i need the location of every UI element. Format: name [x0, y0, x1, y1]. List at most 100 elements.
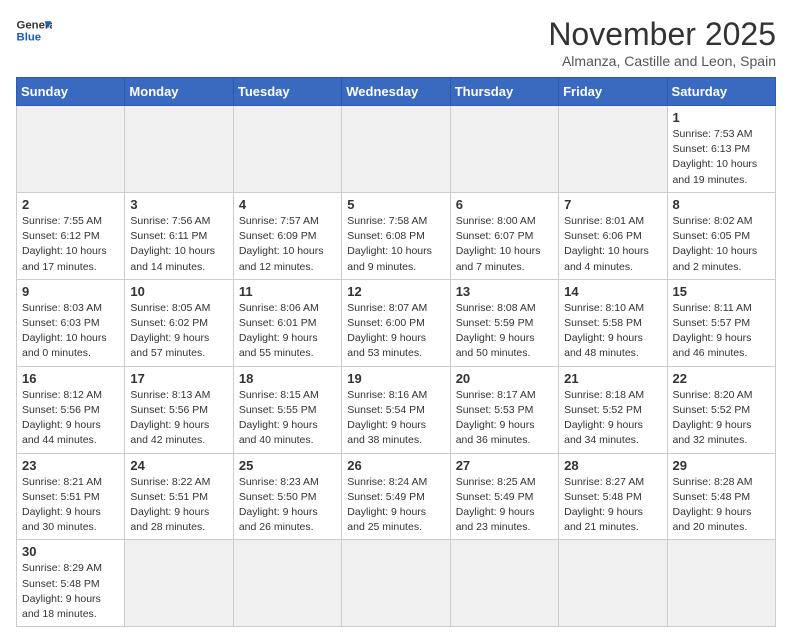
- sun-info: Sunrise: 8:11 AMSunset: 5:57 PMDaylight:…: [673, 301, 770, 362]
- sun-info: Sunrise: 8:28 AMSunset: 5:48 PMDaylight:…: [673, 475, 770, 536]
- sun-info: Sunrise: 8:10 AMSunset: 5:58 PMDaylight:…: [564, 301, 661, 362]
- sun-info: Sunrise: 8:00 AMSunset: 6:07 PMDaylight:…: [456, 214, 553, 275]
- sun-info: Sunrise: 8:22 AMSunset: 5:51 PMDaylight:…: [130, 475, 227, 536]
- calendar-cell: [559, 106, 667, 193]
- location-subtitle: Almanza, Castille and Leon, Spain: [548, 53, 776, 69]
- sun-info: Sunrise: 8:25 AMSunset: 5:49 PMDaylight:…: [456, 475, 553, 536]
- day-number: 10: [130, 284, 227, 299]
- day-number: 18: [239, 371, 336, 386]
- sun-info: Sunrise: 8:08 AMSunset: 5:59 PMDaylight:…: [456, 301, 553, 362]
- day-number: 14: [564, 284, 661, 299]
- sun-info: Sunrise: 8:03 AMSunset: 6:03 PMDaylight:…: [22, 301, 119, 362]
- weekday-header-row: SundayMondayTuesdayWednesdayThursdayFrid…: [17, 78, 776, 106]
- day-number: 2: [22, 197, 119, 212]
- page-header: General Blue November 2025 Almanza, Cast…: [16, 16, 776, 69]
- sun-info: Sunrise: 8:05 AMSunset: 6:02 PMDaylight:…: [130, 301, 227, 362]
- calendar-cell: [342, 106, 450, 193]
- title-block: November 2025 Almanza, Castille and Leon…: [548, 16, 776, 69]
- sun-info: Sunrise: 8:18 AMSunset: 5:52 PMDaylight:…: [564, 388, 661, 449]
- day-number: 15: [673, 284, 770, 299]
- calendar-cell: 21 Sunrise: 8:18 AMSunset: 5:52 PMDayligh…: [559, 366, 667, 453]
- calendar-week-row: 9Sunrise: 8:03 AMSunset: 6:03 PMDaylight…: [17, 279, 776, 366]
- calendar-cell: 11Sunrise: 8:06 AMSunset: 6:01 PMDayligh…: [233, 279, 341, 366]
- day-number: 7: [564, 197, 661, 212]
- calendar-cell: 28 Sunrise: 8:27 AMSunset: 5:48 PMDayligh…: [559, 453, 667, 540]
- calendar-cell: [450, 540, 558, 627]
- calendar-cell: [233, 540, 341, 627]
- calendar-cell: 9Sunrise: 8:03 AMSunset: 6:03 PMDaylight…: [17, 279, 125, 366]
- calendar-cell: [233, 106, 341, 193]
- weekday-header-wednesday: Wednesday: [342, 78, 450, 106]
- day-number: 21: [564, 371, 661, 386]
- sun-info: Sunrise: 8:12 AMSunset: 5:56 PMDaylight:…: [22, 388, 119, 449]
- calendar-cell: 15 Sunrise: 8:11 AMSunset: 5:57 PMDayligh…: [667, 279, 775, 366]
- calendar-cell: 25Sunrise: 8:23 AMSunset: 5:50 PMDayligh…: [233, 453, 341, 540]
- calendar-cell: [17, 106, 125, 193]
- calendar-cell: 20 Sunrise: 8:17 AMSunset: 5:53 PMDayligh…: [450, 366, 558, 453]
- sun-info: Sunrise: 7:53 AMSunset: 6:13 PMDaylight:…: [673, 127, 770, 188]
- day-number: 5: [347, 197, 444, 212]
- day-number: 22: [673, 371, 770, 386]
- calendar-week-row: 16Sunrise: 8:12 AMSunset: 5:56 PMDayligh…: [17, 366, 776, 453]
- sun-info: Sunrise: 8:27 AMSunset: 5:48 PMDaylight:…: [564, 475, 661, 536]
- sun-info: Sunrise: 7:56 AMSunset: 6:11 PMDaylight:…: [130, 214, 227, 275]
- weekday-header-saturday: Saturday: [667, 78, 775, 106]
- sun-info: Sunrise: 8:17 AMSunset: 5:53 PMDaylight:…: [456, 388, 553, 449]
- calendar-cell: 8Sunrise: 8:02 AMSunset: 6:05 PMDaylight…: [667, 192, 775, 279]
- day-number: 20: [456, 371, 553, 386]
- sun-info: Sunrise: 7:58 AMSunset: 6:08 PMDaylight:…: [347, 214, 444, 275]
- day-number: 27: [456, 458, 553, 473]
- calendar-cell: 10 Sunrise: 8:05 AMSunset: 6:02 PMDayligh…: [125, 279, 233, 366]
- calendar-cell: 30Sunrise: 8:29 AMSunset: 5:48 PMDayligh…: [17, 540, 125, 627]
- logo: General Blue: [16, 16, 52, 44]
- calendar-cell: [667, 540, 775, 627]
- day-number: 8: [673, 197, 770, 212]
- calendar-cell: 26Sunrise: 8:24 AMSunset: 5:49 PMDayligh…: [342, 453, 450, 540]
- sun-info: Sunrise: 8:21 AMSunset: 5:51 PMDaylight:…: [22, 475, 119, 536]
- month-year-title: November 2025: [548, 16, 776, 53]
- calendar-cell: 13 Sunrise: 8:08 AMSunset: 5:59 PMDayligh…: [450, 279, 558, 366]
- calendar-cell: 17Sunrise: 8:13 AMSunset: 5:56 PMDayligh…: [125, 366, 233, 453]
- calendar-cell: 24 Sunrise: 8:22 AMSunset: 5:51 PMDayligh…: [125, 453, 233, 540]
- calendar-cell: 23 Sunrise: 8:21 AMSunset: 5:51 PMDayligh…: [17, 453, 125, 540]
- calendar-cell: 16Sunrise: 8:12 AMSunset: 5:56 PMDayligh…: [17, 366, 125, 453]
- day-number: 23: [22, 458, 119, 473]
- day-number: 25: [239, 458, 336, 473]
- calendar-cell: 6Sunrise: 8:00 AMSunset: 6:07 PMDaylight…: [450, 192, 558, 279]
- day-number: 28: [564, 458, 661, 473]
- day-number: 26: [347, 458, 444, 473]
- day-number: 19: [347, 371, 444, 386]
- sun-info: Sunrise: 7:57 AMSunset: 6:09 PMDaylight:…: [239, 214, 336, 275]
- calendar-cell: 19 Sunrise: 8:16 AMSunset: 5:54 PMDayligh…: [342, 366, 450, 453]
- day-number: 11: [239, 284, 336, 299]
- calendar-cell: [125, 106, 233, 193]
- calendar-week-row: 23 Sunrise: 8:21 AMSunset: 5:51 PMDayligh…: [17, 453, 776, 540]
- calendar-cell: 14 Sunrise: 8:10 AMSunset: 5:58 PMDayligh…: [559, 279, 667, 366]
- calendar-cell: [450, 106, 558, 193]
- weekday-header-monday: Monday: [125, 78, 233, 106]
- day-number: 1: [673, 110, 770, 125]
- calendar-cell: 7Sunrise: 8:01 AMSunset: 6:06 PMDaylight…: [559, 192, 667, 279]
- calendar-week-row: 1 Sunrise: 7:53 AMSunset: 6:13 PMDaylight…: [17, 106, 776, 193]
- day-number: 24: [130, 458, 227, 473]
- day-number: 3: [130, 197, 227, 212]
- svg-text:Blue: Blue: [17, 32, 42, 44]
- day-number: 12: [347, 284, 444, 299]
- sun-info: Sunrise: 8:07 AMSunset: 6:00 PMDaylight:…: [347, 301, 444, 362]
- calendar-cell: 29 Sunrise: 8:28 AMSunset: 5:48 PMDayligh…: [667, 453, 775, 540]
- day-number: 13: [456, 284, 553, 299]
- weekday-header-friday: Friday: [559, 78, 667, 106]
- day-number: 30: [22, 544, 119, 559]
- calendar-cell: 27 Sunrise: 8:25 AMSunset: 5:49 PMDayligh…: [450, 453, 558, 540]
- calendar-table: SundayMondayTuesdayWednesdayThursdayFrid…: [16, 77, 776, 627]
- calendar-cell: 4Sunrise: 7:57 AMSunset: 6:09 PMDaylight…: [233, 192, 341, 279]
- calendar-cell: 1 Sunrise: 7:53 AMSunset: 6:13 PMDaylight…: [667, 106, 775, 193]
- logo-icon: General Blue: [16, 16, 52, 44]
- sun-info: Sunrise: 8:13 AMSunset: 5:56 PMDaylight:…: [130, 388, 227, 449]
- calendar-cell: [125, 540, 233, 627]
- sun-info: Sunrise: 7:55 AMSunset: 6:12 PMDaylight:…: [22, 214, 119, 275]
- weekday-header-sunday: Sunday: [17, 78, 125, 106]
- sun-info: Sunrise: 8:16 AMSunset: 5:54 PMDaylight:…: [347, 388, 444, 449]
- calendar-cell: [342, 540, 450, 627]
- day-number: 29: [673, 458, 770, 473]
